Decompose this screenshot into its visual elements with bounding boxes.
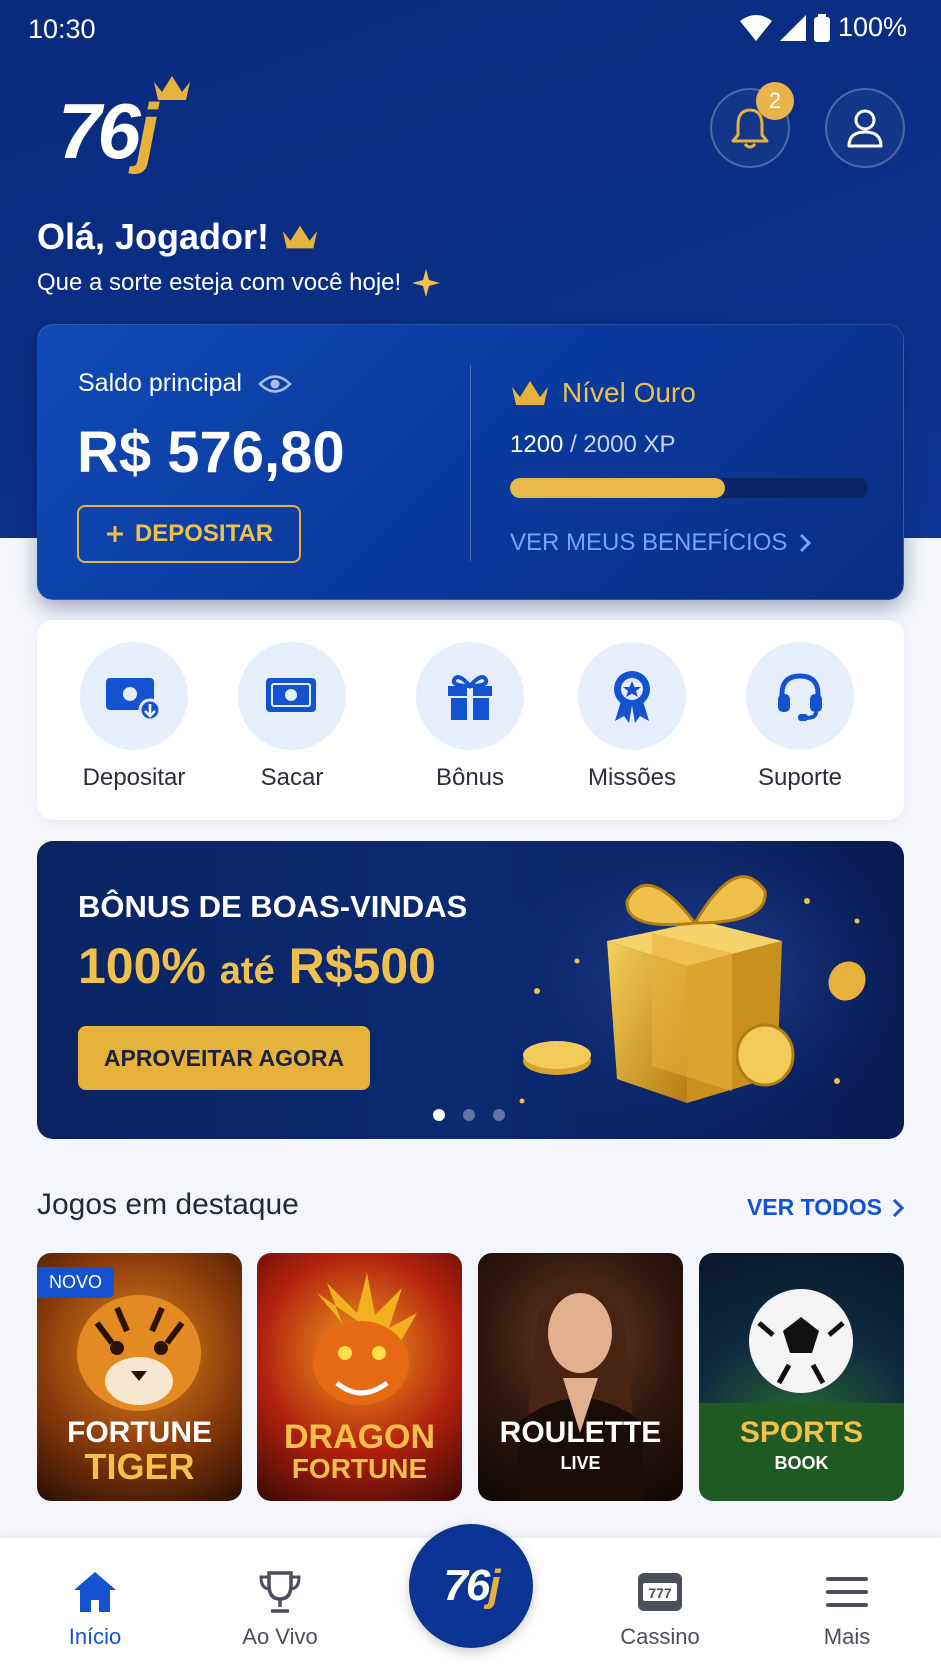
- nav-item-more[interactable]: Mais: [787, 1568, 907, 1650]
- xp-progress-fill: [510, 478, 725, 498]
- game-card-roulette-live[interactable]: ROULETTE LIVE: [478, 1253, 683, 1501]
- nav-center-logo-button[interactable]: 76j: [409, 1524, 533, 1648]
- slot-machine-icon: 777: [638, 1573, 682, 1611]
- game-title-line2: TIGER: [84, 1446, 195, 1487]
- game-title-line2: FORTUNE: [291, 1453, 428, 1484]
- carousel-dot[interactable]: [433, 1109, 445, 1121]
- quick-action-label: Suporte: [757, 764, 843, 791]
- withdraw-icon: [266, 678, 316, 712]
- nav-item-casino[interactable]: 777 Cassino: [600, 1568, 720, 1650]
- nav-label: Ao Vivo: [242, 1624, 318, 1649]
- xp-readout: 1200 / 2000 XP: [510, 431, 676, 458]
- promo-offer: 100% até R$500: [78, 938, 436, 994]
- section-title: Jogos em destaque: [37, 1188, 299, 1221]
- quick-action-bonus[interactable]: Bônus: [395, 642, 545, 792]
- signal-icon: [779, 14, 806, 41]
- deposit-button[interactable]: DEPOSITAR: [77, 505, 301, 563]
- nav-item-home[interactable]: Início: [35, 1568, 155, 1650]
- crown-icon: [154, 76, 190, 100]
- status-time: 10:30: [28, 14, 96, 44]
- svg-text:777: 777: [648, 1585, 672, 1601]
- notification-badge: 2: [756, 82, 794, 120]
- quick-action-label: Bônus: [435, 764, 505, 791]
- chevron-right-icon: [892, 1198, 904, 1217]
- user-icon: [847, 109, 883, 148]
- headset-icon: [778, 673, 822, 721]
- benefits-link[interactable]: VER MEUS BENEFÍCIOS: [510, 529, 812, 557]
- quick-action-withdraw[interactable]: Sacar: [217, 642, 367, 792]
- see-all-link[interactable]: VER TODOS: [747, 1194, 904, 1221]
- nav-center-logo-text: 76j: [443, 1561, 500, 1610]
- game-title-line1: SPORTS: [739, 1416, 864, 1449]
- level-title: Nível Ouro: [510, 377, 696, 409]
- carousel-dot[interactable]: [463, 1109, 475, 1121]
- new-badge: NOVO: [37, 1267, 115, 1298]
- medal-icon: [614, 671, 650, 723]
- card-divider: [470, 365, 471, 561]
- chevron-right-icon: [800, 533, 812, 553]
- game-title-line2: BOOK: [774, 1453, 829, 1473]
- gift-icon: [448, 675, 492, 720]
- greeting-subtitle: Que a sorte esteja com você hoje!: [37, 268, 441, 298]
- crown-icon: [512, 381, 548, 405]
- profile-button[interactable]: [825, 88, 905, 168]
- balance-label: Saldo principal: [78, 369, 292, 398]
- quick-action-label: Missões: [587, 764, 677, 791]
- quick-actions: Depositar Sacar Bônus Missões Suporte: [37, 620, 904, 820]
- logo-text: 76j: [58, 87, 158, 175]
- game-card-dragon-fortune[interactable]: DRAGON FORTUNE: [257, 1253, 462, 1501]
- game-title-line2: LIVE: [560, 1453, 601, 1473]
- carousel-dot[interactable]: [493, 1109, 505, 1121]
- quick-action-label: Sacar: [260, 764, 324, 791]
- game-card-fortune-tiger[interactable]: NOVO FORTUNE TIGER: [37, 1253, 242, 1501]
- trophy-icon: [259, 1571, 301, 1613]
- home-icon: [74, 1572, 116, 1612]
- game-title-line1: DRAGON: [283, 1418, 436, 1456]
- battery-icon: [813, 13, 830, 42]
- status-icons: 100%: [739, 12, 907, 43]
- promo-title: BÔNUS DE BOAS-VINDAS: [78, 889, 468, 924]
- crown-icon: [282, 225, 318, 249]
- xp-progress-bar: [510, 478, 868, 498]
- quick-action-deposit[interactable]: Depositar: [59, 642, 209, 792]
- battery-percent: 100%: [837, 12, 907, 42]
- nav-item-live[interactable]: Ao Vivo: [220, 1568, 340, 1650]
- game-title-line1: ROULETTE: [499, 1416, 662, 1449]
- quick-action-missions[interactable]: Missões: [557, 642, 707, 792]
- promo-cta-button[interactable]: APROVEITAR AGORA: [78, 1026, 370, 1090]
- nav-label: Mais: [823, 1624, 871, 1649]
- nav-label: Início: [68, 1624, 122, 1649]
- wifi-icon: [739, 14, 772, 41]
- bottom-nav: Início Ao Vivo 76j 777 Cassino Mais: [0, 1524, 941, 1672]
- greeting-title: Olá, Jogador!: [37, 216, 319, 258]
- plus-icon: [106, 526, 123, 542]
- game-title-line1: FORTUNE: [67, 1416, 212, 1449]
- sparkle-icon: [412, 269, 441, 297]
- menu-icon: [826, 1577, 868, 1607]
- promo-banner[interactable]: BÔNUS DE BOAS-VINDAS 100% até R$500 APRO…: [37, 841, 904, 1139]
- nav-label: Cassino: [620, 1624, 700, 1649]
- game-card-sports-book[interactable]: SPORTS BOOK: [699, 1253, 904, 1501]
- gift-box-illustration: [507, 841, 904, 1139]
- carousel-dots[interactable]: [433, 1109, 505, 1121]
- quick-action-label: Depositar: [82, 764, 186, 791]
- quick-action-support[interactable]: Suporte: [725, 642, 875, 792]
- balance-amount: R$ 576,80: [77, 420, 345, 485]
- eye-icon[interactable]: [258, 373, 292, 395]
- balance-card: Saldo principal R$ 576,80 DEPOSITAR Níve…: [37, 324, 904, 600]
- deposit-icon: [106, 678, 162, 722]
- app-logo[interactable]: 76j: [58, 74, 198, 184]
- status-bar: 10:30 100%: [0, 0, 941, 58]
